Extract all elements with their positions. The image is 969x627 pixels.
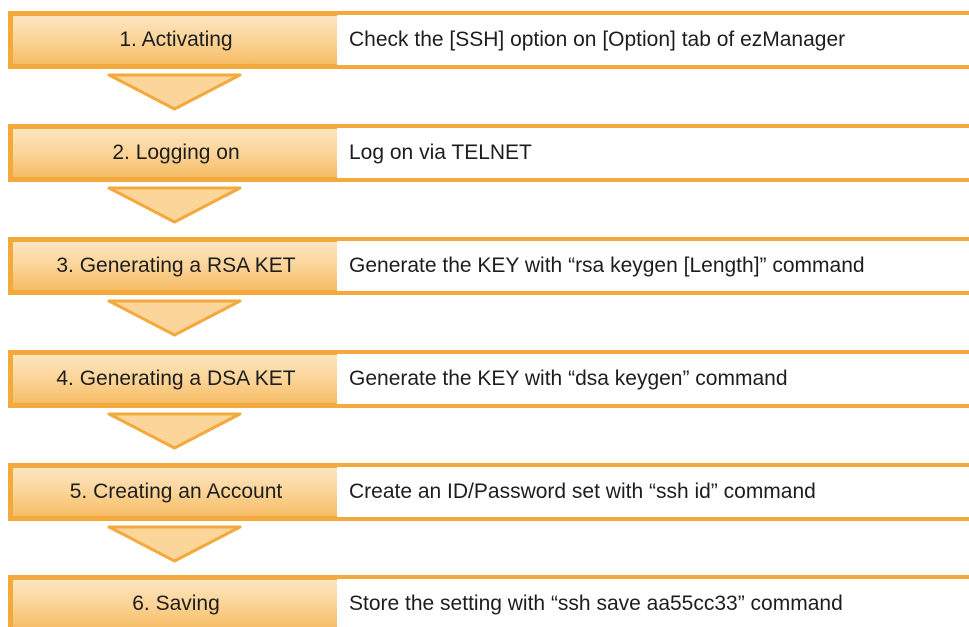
step-6-row: 6. Saving Store the setting with “ssh sa… <box>8 575 969 627</box>
step-4-description: Generate the KEY with “dsa keygen” comma… <box>337 354 969 404</box>
step-1-label: 1. Activating <box>13 16 339 64</box>
step-2-description: Log on via TELNET <box>337 128 969 178</box>
step-3-row: 3. Generating a RSA KET Generate the KEY… <box>8 237 969 295</box>
down-arrow-icon <box>107 299 242 337</box>
step-3-description: Generate the KEY with “rsa keygen [Lengt… <box>337 241 969 291</box>
step-1-description: Check the [SSH] option on [Option] tab o… <box>337 15 969 65</box>
step-6-label: 6. Saving <box>13 580 339 627</box>
step-4-row: 4. Generating a DSA KET Generate the KEY… <box>8 350 969 408</box>
down-arrow-icon <box>107 73 242 111</box>
step-2-label: 2. Logging on <box>13 129 339 177</box>
step-6-description: Store the setting with “ssh save aa55cc3… <box>337 579 969 627</box>
ssh-setup-flow-diagram: 1. Activating Check the [SSH] option on … <box>0 0 969 627</box>
down-arrow-icon <box>107 525 242 563</box>
step-5-description: Create an ID/Password set with “ssh id” … <box>337 467 969 517</box>
step-5-row: 5. Creating an Account Create an ID/Pass… <box>8 463 969 521</box>
down-arrow-icon <box>107 186 242 224</box>
step-1-row: 1. Activating Check the [SSH] option on … <box>8 11 969 69</box>
step-3-label: 3. Generating a RSA KET <box>13 242 339 290</box>
step-4-label: 4. Generating a DSA KET <box>13 355 339 403</box>
step-2-row: 2. Logging on Log on via TELNET <box>8 124 969 182</box>
down-arrow-icon <box>107 412 242 450</box>
step-5-label: 5. Creating an Account <box>13 468 339 516</box>
